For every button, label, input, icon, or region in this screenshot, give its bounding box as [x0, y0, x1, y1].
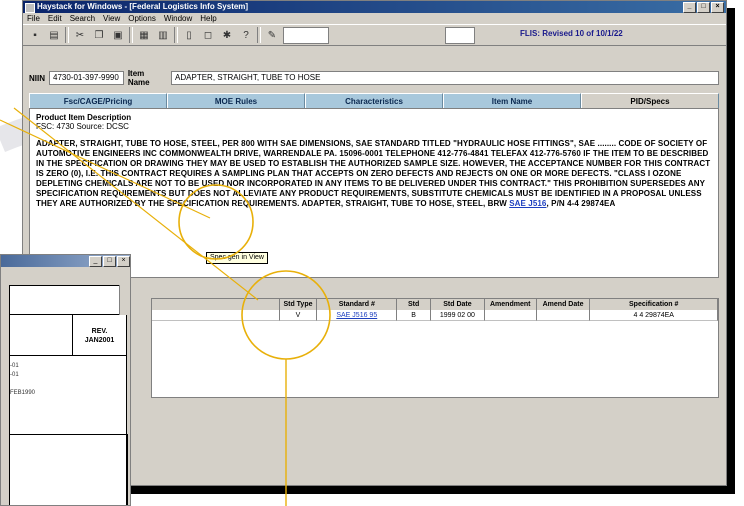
menu-search[interactable]: Search — [70, 13, 95, 24]
document-viewer-window: _ □ × REV. JAN2001 -01 -01 FEB1990 — [0, 254, 131, 506]
viewer-maximize-button[interactable]: □ — [103, 256, 116, 267]
niin-field[interactable]: 4730-01-397-9990 — [49, 71, 124, 85]
revision-value: JAN2001 — [84, 337, 115, 344]
item-name-field[interactable]: ADAPTER, STRAIGHT, TUBE TO HOSE — [171, 71, 719, 85]
maximize-button[interactable]: □ — [697, 2, 710, 13]
standards-grid: Std Type Standard # Std Std Date Amendme… — [151, 298, 719, 398]
window-icon[interactable]: ◻ — [200, 27, 216, 43]
grid-cell — [536, 310, 591, 321]
revision-cell: REV. JAN2001 — [72, 314, 127, 356]
grid-header-standard[interactable]: Standard # — [317, 299, 398, 310]
menu-options[interactable]: Options — [128, 13, 156, 24]
table-icon[interactable]: ▥ — [155, 27, 171, 43]
grid-header-amendment[interactable]: Amendment — [485, 299, 537, 310]
toolbar-separator — [257, 27, 261, 43]
menu-window[interactable]: Window — [164, 13, 192, 24]
grid-cell-blank — [152, 310, 280, 321]
toolbar-separator — [174, 27, 178, 43]
minimize-button[interactable]: _ — [683, 2, 696, 13]
save-icon[interactable]: ▪ — [27, 27, 43, 43]
grid-cell-standard-link[interactable]: SAE J516 95 — [317, 310, 398, 321]
grid-header-blank — [152, 299, 280, 310]
niin-row: NIIN 4730-01-397-9990 Item Name ADAPTER,… — [29, 69, 719, 87]
viewer-scrollbar[interactable] — [119, 285, 130, 315]
document-line: -01 — [10, 372, 19, 378]
menu-help[interactable]: Help — [200, 13, 216, 24]
menu-edit[interactable]: Edit — [48, 13, 62, 24]
grid-header: Std Type Standard # Std Std Date Amendme… — [152, 299, 718, 310]
description-text: ADAPTER, STRAIGHT, TUBE TO HOSE, STEEL, … — [36, 139, 712, 209]
document-line: FEB1990 — [10, 390, 36, 396]
copy-icon[interactable]: ❐ — [91, 27, 107, 43]
menu-bar: File Edit Search View Options Window Hel… — [23, 13, 726, 24]
print-icon[interactable]: ▤ — [46, 27, 62, 43]
grid-header-std-type[interactable]: Std Type — [280, 299, 318, 310]
table-row[interactable]: V SAE J516 95 B 1999 02 00 4 4 29874EA — [152, 310, 718, 321]
grid-cell: 4 4 29874EA — [590, 310, 718, 321]
help-icon[interactable]: ? — [238, 27, 254, 43]
tools-icon[interactable]: ✎ — [264, 27, 280, 43]
description-tail: , P/N 4-4 29874EA — [546, 199, 616, 208]
niin-label: NIIN — [29, 73, 45, 83]
window-title: Haystack for Windows - [Federal Logistic… — [37, 2, 249, 11]
status-text: FLIS: Revised 10 of 10/1/22 — [520, 29, 623, 38]
query-icon[interactable]: ✱ — [219, 27, 235, 43]
document-line: -01 — [10, 363, 19, 369]
grid-cell: 1999 02 00 — [431, 310, 485, 321]
viewer-minimize-button[interactable]: _ — [89, 256, 102, 267]
cut-icon[interactable]: ✂ — [72, 27, 88, 43]
document-icon[interactable]: ▯ — [181, 27, 197, 43]
menu-file[interactable]: File — [27, 13, 40, 24]
grid-cell — [484, 310, 537, 321]
grid-header-amend-date[interactable]: Amend Date — [537, 299, 591, 310]
grid-header-std[interactable]: Std — [397, 299, 432, 310]
toolbar-separator — [129, 27, 133, 43]
toolbar-separator — [65, 27, 69, 43]
item-name-label: Item Name — [127, 69, 150, 87]
description-source: FSC: 4730 Source: DCSC — [36, 122, 129, 131]
document-lines: -01 -01 FEB1990 — [10, 362, 127, 398]
grid-icon[interactable]: ▦ — [136, 27, 152, 43]
tab-strip: Fsc/CAGE/Pricing MOE Rules Characteristi… — [29, 93, 719, 110]
viewer-close-button[interactable]: × — [117, 256, 130, 267]
menu-view[interactable]: View — [103, 13, 120, 24]
document-cell — [9, 434, 128, 505]
toolbar-combo[interactable] — [283, 26, 329, 44]
document-cell — [9, 314, 73, 356]
close-button[interactable]: × — [711, 2, 724, 13]
grid-header-std-date[interactable]: Std Date — [431, 299, 485, 310]
spec-link[interactable]: SAE J516 — [509, 199, 546, 208]
viewer-title-bar: _ □ × — [1, 255, 130, 267]
description-heading: Product Item Description — [36, 113, 132, 122]
toolbar-combo-2[interactable] — [445, 26, 475, 44]
document-page: REV. JAN2001 -01 -01 FEB1990 — [9, 285, 128, 505]
tooltip: Spec gen in View — [206, 252, 268, 264]
description-panel: Product Item Description FSC: 4730 Sourc… — [29, 108, 719, 278]
paste-icon[interactable]: ▣ — [110, 27, 126, 43]
description-body: ADAPTER, STRAIGHT, TUBE TO HOSE, STEEL, … — [36, 139, 713, 208]
grid-header-specification[interactable]: Specification # — [590, 299, 718, 310]
app-icon[interactable] — [25, 3, 35, 13]
grid-cell: B — [397, 310, 432, 321]
grid-cell: V — [279, 310, 318, 321]
title-bar: Haystack for Windows - [Federal Logistic… — [23, 1, 726, 13]
revision-label: REV. — [91, 328, 108, 335]
toolbar: ▪ ▤ ✂ ❐ ▣ ▦ ▥ ▯ ◻ ✱ ? ✎ FLIS: Revised 10… — [23, 24, 726, 46]
